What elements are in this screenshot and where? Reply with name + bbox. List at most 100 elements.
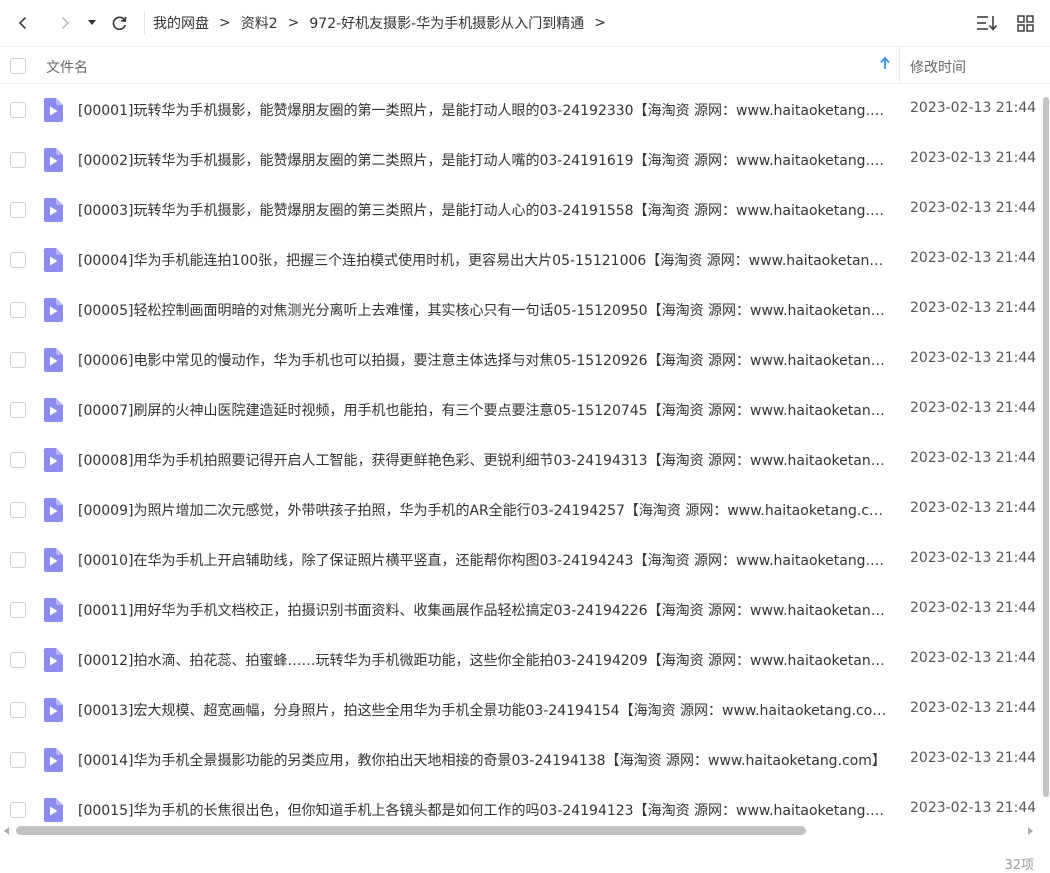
file-list: [00001]玩转华为手机摄影，能赞爆朋友圈的第一类照片，是能打动人眼的03-2… — [0, 85, 1050, 823]
file-name[interactable]: [00004]华为手机能连拍100张，把握三个连拍模式使用时机，更容易出大片05… — [78, 250, 888, 270]
file-name[interactable]: [00003]玩转华为手机摄影，能赞爆朋友圈的第三类照片，是能打动人心的03-2… — [78, 200, 888, 220]
top-navigation-bar: 我的网盘 > 资料2 > 972-好机友摄影-华为手机摄影从入门到精通 > — [0, 0, 1050, 46]
horizontal-scrollbar[interactable] — [0, 823, 1042, 839]
select-all-checkbox[interactable] — [10, 58, 26, 74]
back-button[interactable] — [8, 8, 38, 38]
history-dropdown-button[interactable] — [84, 8, 100, 38]
column-header-modified-time[interactable]: 修改时间 — [910, 57, 966, 77]
file-row[interactable]: [00007]刷屏的火神山医院建造延时视频，用手机也能拍，有三个要点要注意05-… — [0, 385, 1050, 435]
file-name[interactable]: [00002]玩转华为手机摄影，能赞爆朋友圈的第二类照片，是能打动人嘴的03-2… — [78, 150, 888, 170]
row-checkbox[interactable] — [10, 252, 26, 268]
breadcrumb-separator: > — [287, 15, 300, 31]
file-modified-time: 2023-02-13 21:44 — [910, 700, 1037, 716]
file-row[interactable]: [00012]拍水滴、拍花蕊、拍蜜蜂……玩转华为手机微距功能，这些你全能拍03-… — [0, 635, 1050, 685]
file-row[interactable]: [00014]华为手机全景摄影功能的另类应用，教你拍出天地相接的奇景03-241… — [0, 735, 1050, 785]
vertical-scrollbar[interactable] — [1042, 85, 1050, 823]
breadcrumb-item-folder[interactable]: 资料2 — [241, 13, 278, 33]
column-divider[interactable] — [899, 47, 900, 83]
file-modified-time: 2023-02-13 21:44 — [910, 250, 1037, 266]
file-name[interactable]: [00008]用华为手机拍照要记得开启人工智能，获得更鲜艳色彩、更锐利细节03-… — [78, 450, 888, 470]
row-checkbox[interactable] — [10, 652, 26, 668]
row-checkbox[interactable] — [10, 402, 26, 418]
row-checkbox[interactable] — [10, 702, 26, 718]
file-name[interactable]: [00012]拍水滴、拍花蕊、拍蜜蜂……玩转华为手机微距功能，这些你全能拍03-… — [78, 650, 888, 670]
file-modified-time: 2023-02-13 21:44 — [910, 400, 1037, 416]
file-name[interactable]: [00006]电影中常见的慢动作，华为手机也可以拍摄，要注意主体选择与对焦05-… — [78, 350, 888, 370]
row-checkbox[interactable] — [10, 552, 26, 568]
file-name[interactable]: [00010]在华为手机上开启辅助线，除了保证照片横平竖直，还能帮你构图03-2… — [78, 550, 888, 570]
file-modified-time: 2023-02-13 21:44 — [910, 750, 1037, 766]
breadcrumb-separator: > — [594, 15, 606, 31]
chevron-right-icon — [61, 16, 70, 30]
file-modified-time: 2023-02-13 21:44 — [910, 600, 1037, 616]
row-checkbox[interactable] — [10, 602, 26, 618]
video-file-icon — [42, 498, 64, 526]
file-row[interactable]: [00013]宏大规模、超宽画幅，分身照片，拍这些全用华为手机全景功能03-24… — [0, 685, 1050, 735]
grid-view-icon — [1016, 14, 1034, 32]
view-toggle-button[interactable] — [1010, 8, 1040, 38]
breadcrumb-item-root[interactable]: 我的网盘 — [153, 13, 209, 33]
file-name[interactable]: [00011]用好华为手机文档校正，拍摄识别书面资料、收集画展作品轻松搞定03-… — [78, 600, 888, 620]
row-checkbox[interactable] — [10, 202, 26, 218]
video-file-icon — [42, 598, 64, 626]
row-checkbox[interactable] — [10, 452, 26, 468]
scroll-right-arrow-icon[interactable] — [1026, 826, 1034, 836]
forward-button[interactable] — [50, 8, 80, 38]
file-name[interactable]: [00013]宏大规模、超宽画幅，分身照片，拍这些全用华为手机全景功能03-24… — [78, 700, 888, 720]
file-row[interactable]: [00008]用华为手机拍照要记得开启人工智能，获得更鲜艳色彩、更锐利细节03-… — [0, 435, 1050, 485]
row-checkbox[interactable] — [10, 102, 26, 118]
file-name[interactable]: [00015]华为手机的长焦很出色，但你知道手机上各镜头都是如何工作的吗03-2… — [78, 800, 888, 820]
breadcrumb: 我的网盘 > 资料2 > 972-好机友摄影-华为手机摄影从入门到精通 > — [153, 13, 616, 33]
column-header-name[interactable]: 文件名 — [46, 57, 88, 77]
chevron-left-icon — [18, 16, 27, 30]
file-name[interactable]: [00014]华为手机全景摄影功能的另类应用，教你拍出天地相接的奇景03-241… — [78, 750, 888, 770]
breadcrumb-separator: > — [219, 15, 231, 31]
nav-divider — [144, 12, 145, 34]
file-row[interactable]: [00006]电影中常见的慢动作，华为手机也可以拍摄，要注意主体选择与对焦05-… — [0, 335, 1050, 385]
scroll-left-arrow-icon[interactable] — [3, 826, 11, 836]
file-row[interactable]: [00015]华为手机的长焦很出色，但你知道手机上各镜头都是如何工作的吗03-2… — [0, 785, 1050, 823]
video-file-icon — [42, 398, 64, 426]
file-modified-time: 2023-02-13 21:44 — [910, 300, 1037, 316]
file-name[interactable]: [00001]玩转华为手机摄影，能赞爆朋友圈的第一类照片，是能打动人眼的03-2… — [78, 100, 888, 120]
file-name[interactable]: [00009]为照片增加二次元感觉，外带哄孩子拍照，华为手机的AR全能行03-2… — [78, 500, 888, 520]
file-row[interactable]: [00002]玩转华为手机摄影，能赞爆朋友圈的第二类照片，是能打动人嘴的03-2… — [0, 135, 1050, 185]
file-row[interactable]: [00005]轻松控制画面明暗的对焦测光分离听上去难懂，其实核心只有一句话05-… — [0, 285, 1050, 335]
row-checkbox[interactable] — [10, 302, 26, 318]
video-file-icon — [42, 298, 64, 326]
refresh-icon — [112, 15, 126, 30]
file-row[interactable]: [00010]在华为手机上开启辅助线，除了保证照片横平竖直，还能帮你构图03-2… — [0, 535, 1050, 585]
horizontal-scrollbar-thumb[interactable] — [16, 826, 806, 835]
video-file-icon — [42, 248, 64, 276]
sort-button[interactable] — [972, 8, 1002, 38]
file-modified-time: 2023-02-13 21:44 — [910, 150, 1037, 166]
row-checkbox[interactable] — [10, 752, 26, 768]
file-name[interactable]: [00005]轻松控制画面明暗的对焦测光分离听上去难懂，其实核心只有一句话05-… — [78, 300, 888, 320]
vertical-scrollbar-thumb[interactable] — [1043, 97, 1049, 797]
file-modified-time: 2023-02-13 21:44 — [910, 100, 1037, 116]
video-file-icon — [42, 98, 64, 126]
row-checkbox[interactable] — [10, 502, 26, 518]
video-file-icon — [42, 448, 64, 476]
video-file-icon — [42, 148, 64, 176]
file-list-header: 文件名 修改时间 — [0, 46, 1050, 84]
video-file-icon — [42, 198, 64, 226]
row-checkbox[interactable] — [10, 152, 26, 168]
file-modified-time: 2023-02-13 21:44 — [910, 200, 1037, 216]
file-row[interactable]: [00004]华为手机能连拍100张，把握三个连拍模式使用时机，更容易出大片05… — [0, 235, 1050, 285]
file-row[interactable]: [00011]用好华为手机文档校正，拍摄识别书面资料、收集画展作品轻松搞定03-… — [0, 585, 1050, 635]
row-checkbox[interactable] — [10, 352, 26, 368]
file-name[interactable]: [00007]刷屏的火神山医院建造延时视频，用手机也能拍，有三个要点要注意05-… — [78, 400, 888, 420]
refresh-button[interactable] — [104, 8, 134, 38]
file-row[interactable]: [00001]玩转华为手机摄影，能赞爆朋友圈的第一类照片，是能打动人眼的03-2… — [0, 85, 1050, 135]
video-file-icon — [42, 348, 64, 376]
breadcrumb-item-current[interactable]: 972-好机友摄影-华为手机摄影从入门到精通 — [309, 13, 584, 33]
file-modified-time: 2023-02-13 21:44 — [910, 500, 1037, 516]
file-row[interactable]: [00003]玩转华为手机摄影，能赞爆朋友圈的第三类照片，是能打动人心的03-2… — [0, 185, 1050, 235]
video-file-icon — [42, 798, 64, 823]
row-checkbox[interactable] — [10, 802, 26, 818]
sort-ascending-icon[interactable] — [879, 56, 891, 70]
video-file-icon — [42, 648, 64, 676]
file-row[interactable]: [00009]为照片增加二次元感觉，外带哄孩子拍照，华为手机的AR全能行03-2… — [0, 485, 1050, 535]
file-modified-time: 2023-02-13 21:44 — [910, 550, 1037, 566]
